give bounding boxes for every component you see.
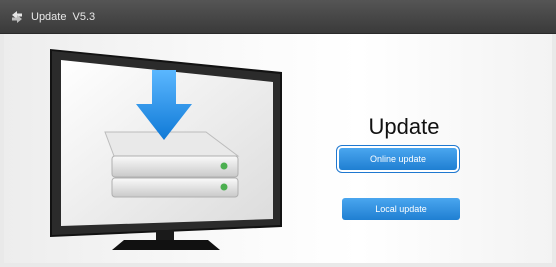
- online-update-button[interactable]: Online update: [339, 148, 457, 170]
- app-version: V5.3: [72, 10, 96, 23]
- main-panel: Update Online update Local update: [4, 34, 552, 263]
- title-bar: Update V5.3: [0, 0, 556, 34]
- local-update-button[interactable]: Local update: [342, 198, 460, 220]
- page-title: Update: [368, 114, 440, 139]
- app-title: Update: [31, 10, 67, 23]
- tv-download-icon: [50, 49, 282, 250]
- sync-arrows-icon: [12, 10, 22, 23]
